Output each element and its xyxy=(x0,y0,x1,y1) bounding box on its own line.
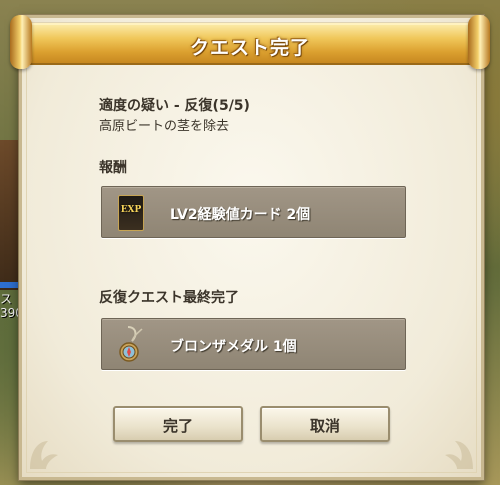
exp-card-label: EXP xyxy=(120,205,142,215)
dialog-title: クエスト完了 xyxy=(189,37,310,59)
exp-card-icon: EXP xyxy=(118,195,144,231)
final-completion-heading: 反復クエスト最終完了 xyxy=(99,290,239,306)
bronze-medal-icon xyxy=(119,326,143,362)
background-hp-bar xyxy=(0,282,20,288)
cancel-button[interactable]: 取消 xyxy=(260,406,390,442)
final-reward-item-box: ブロンザメダル 1個 xyxy=(101,318,406,370)
quest-name: 適度の疑い - 反復(5/5) xyxy=(99,98,250,114)
reward-item-text: LV2経験値カード 2個 xyxy=(170,207,311,223)
corner-ornament-icon xyxy=(445,441,473,469)
final-reward-item-text: ブロンザメダル 1個 xyxy=(170,339,297,355)
corner-ornament-icon xyxy=(30,441,58,469)
reward-heading: 報酬 xyxy=(99,160,127,176)
background-hud-text: ス 390 xyxy=(0,292,20,320)
quest-description: 高原ビートの茎を除去 xyxy=(99,119,230,134)
reward-item-box: EXP LV2経験値カード 2個 xyxy=(101,186,406,238)
title-banner: クエスト完了 xyxy=(8,13,492,71)
quest-complete-dialog xyxy=(19,15,484,480)
complete-button[interactable]: 完了 xyxy=(113,406,243,442)
